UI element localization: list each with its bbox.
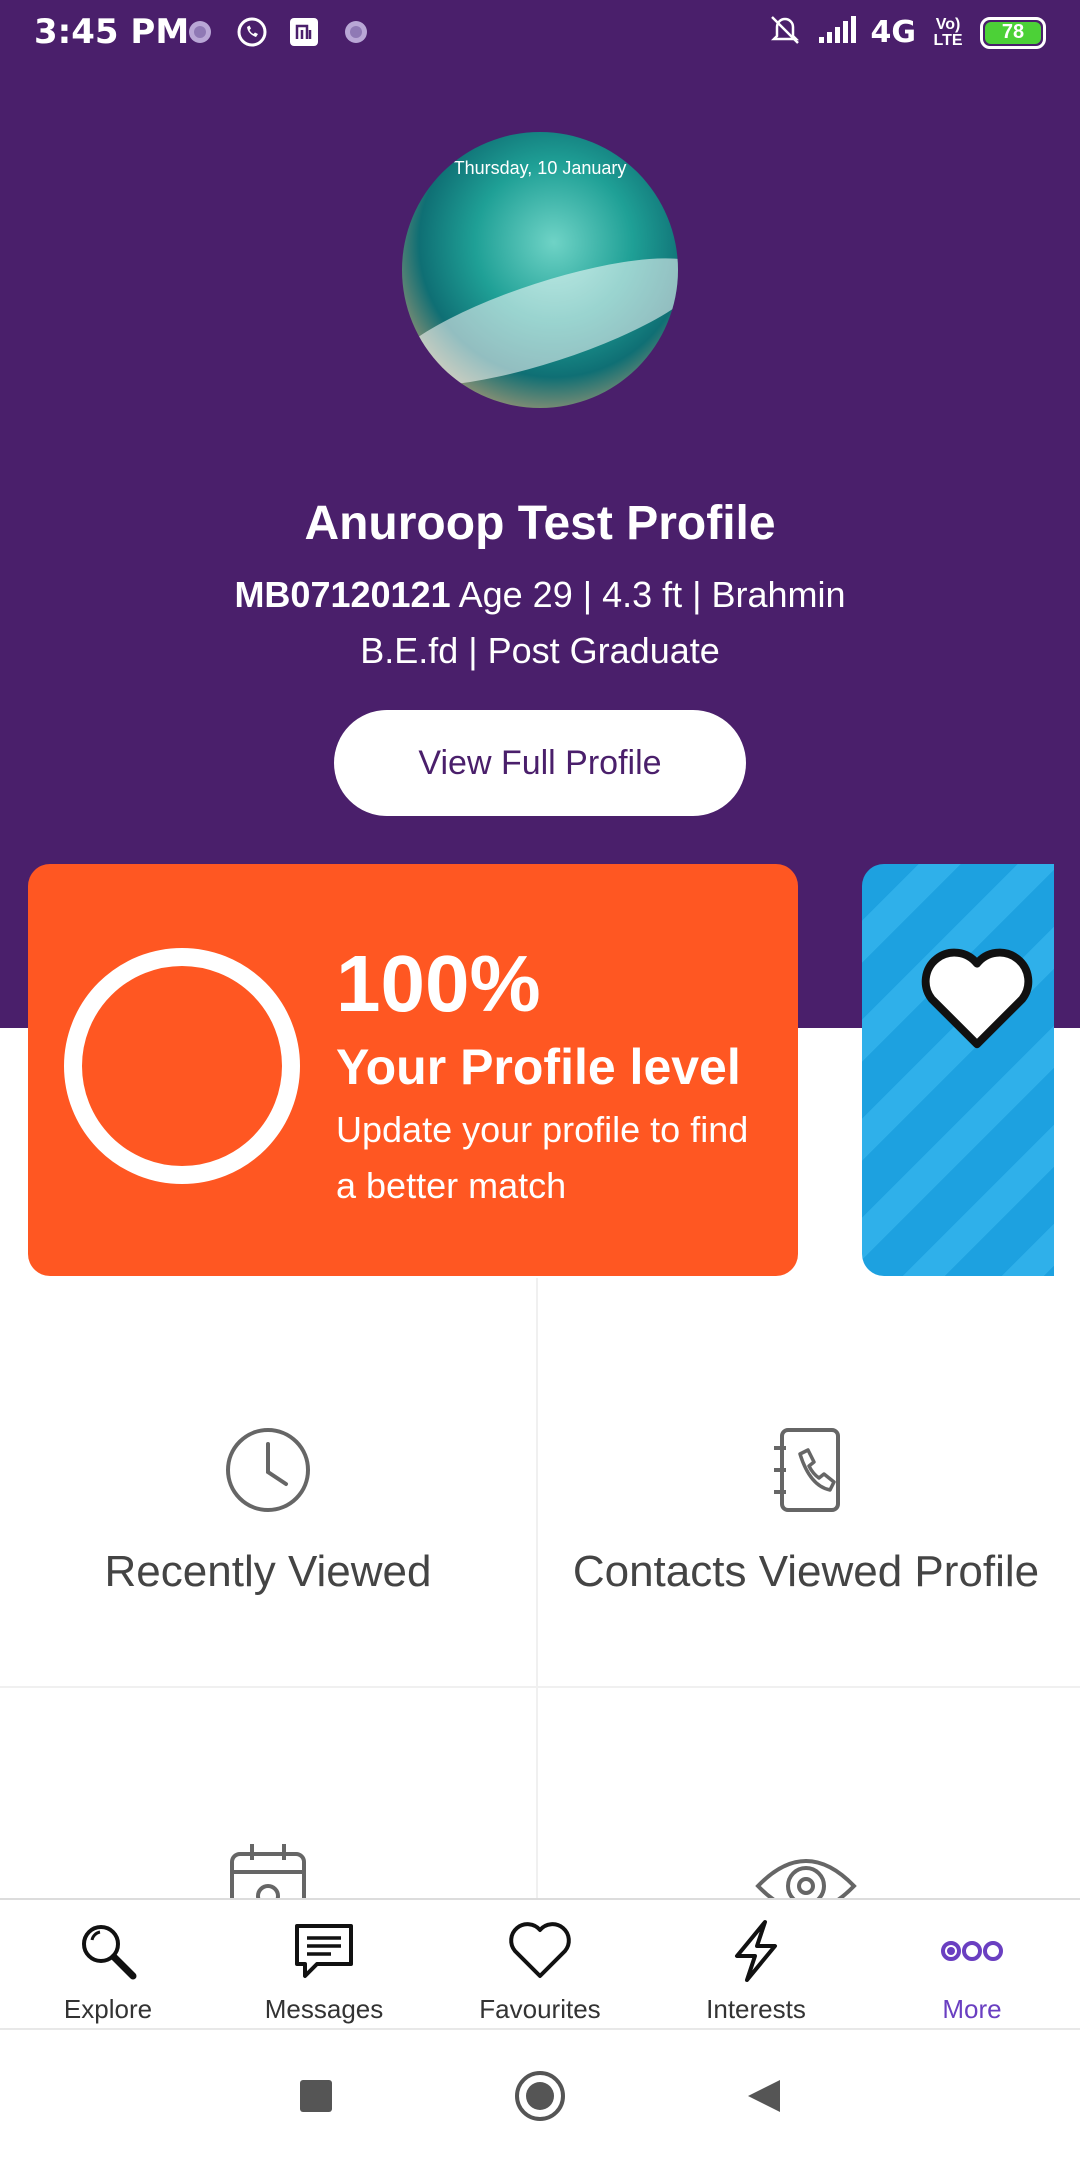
message-icon (295, 1924, 353, 1978)
profile-activity-grid: Recently Viewed Contacts Viewed Profile (0, 1278, 1080, 1898)
profile-details: Age 29 | 4.3 ft | Brahmin (458, 574, 846, 615)
lightning-icon (735, 1920, 777, 1982)
profile-level-card[interactable]: 100% Your Profile level Update your prof… (28, 864, 798, 1276)
profile-id: MB07120121 (234, 574, 451, 615)
avatar[interactable]: Thursday, 10 January (402, 132, 678, 408)
nav-explore[interactable]: Explore (0, 1900, 216, 2028)
grid-divider-horizontal (0, 1686, 1080, 1688)
back-button[interactable] (734, 2066, 794, 2126)
profile-level-percent: 100% (336, 939, 541, 1028)
profile-level-description: Update your profile to find a better mat… (336, 1109, 749, 1206)
whatsapp-icon (236, 16, 268, 48)
contact-book-icon (774, 1428, 840, 1512)
status-notification-icons (184, 16, 372, 48)
heart-icon (509, 1922, 571, 1978)
notification-dot-icon (184, 16, 216, 48)
nav-label: More (942, 1994, 1002, 2024)
profile-education: B.E.fd | Post Graduate (360, 630, 720, 671)
tile-label: Recently Viewed (104, 1547, 432, 1596)
profile-name: Anuroop Test Profile (304, 497, 776, 550)
tile-recently-viewed[interactable]: Recently Viewed (0, 1420, 536, 1599)
nav-interests[interactable]: Interests (648, 1900, 864, 2028)
tile-calendar[interactable] (0, 1836, 536, 1898)
calendar-icon (230, 1844, 306, 1898)
mute-icon (767, 12, 803, 53)
bottom-navigation: Explore Messages Favourites Interests Mo… (0, 1898, 1080, 2030)
system-navigation-bar (0, 2030, 1080, 2160)
volte-indicator: Vo) LTE (933, 15, 963, 49)
nav-label: Explore (63, 1994, 153, 2024)
heart-icon (921, 948, 1033, 1049)
network-type: 4G (870, 15, 917, 50)
profile-level-title: Your Profile level (336, 1039, 741, 1095)
nav-messages[interactable]: Messages (216, 1900, 432, 2028)
home-button[interactable] (510, 2066, 570, 2126)
battery-level: 78 (985, 21, 1041, 44)
signal-icon (817, 15, 857, 50)
avatar-date: Thursday, 10 January (453, 158, 627, 178)
nav-label: Messages (264, 1994, 384, 2024)
recent-apps-button[interactable] (286, 2066, 346, 2126)
status-system-icons: 4G Vo) LTE 78 (767, 12, 1046, 53)
promo-card[interactable] (862, 864, 1054, 1276)
more-icon (941, 1941, 1003, 1961)
nav-more[interactable]: More (864, 1900, 1080, 2028)
mi-icon (288, 16, 320, 48)
square-icon (300, 2080, 332, 2112)
eye-icon (755, 1859, 857, 1898)
notification-dot-icon (340, 16, 372, 48)
search-icon (82, 1925, 137, 1980)
nav-label: Interests (706, 1994, 806, 2024)
circle-icon (515, 2071, 565, 2121)
status-time: 3:45 PM (34, 12, 190, 52)
battery-icon: 78 (980, 16, 1046, 49)
clock-icon (226, 1428, 310, 1512)
tile-contacts-viewed-profile[interactable]: Contacts Viewed Profile (538, 1420, 1074, 1599)
tile-eye[interactable] (538, 1836, 1074, 1898)
nav-label: Favourites (479, 1994, 601, 2024)
tile-label: Contacts Viewed Profile (572, 1547, 1040, 1596)
triangle-icon (748, 2080, 780, 2112)
profile-progress-ring (64, 948, 300, 1184)
status-bar: 3:45 PM 4G Vo) LTE 78 (0, 0, 1080, 66)
profile-summary: MB07120121 Age 29 | 4.3 ft | Brahmin (0, 574, 1080, 616)
nav-favourites[interactable]: Favourites (432, 1900, 648, 2028)
view-full-profile-button[interactable]: View Full Profile (334, 710, 746, 816)
